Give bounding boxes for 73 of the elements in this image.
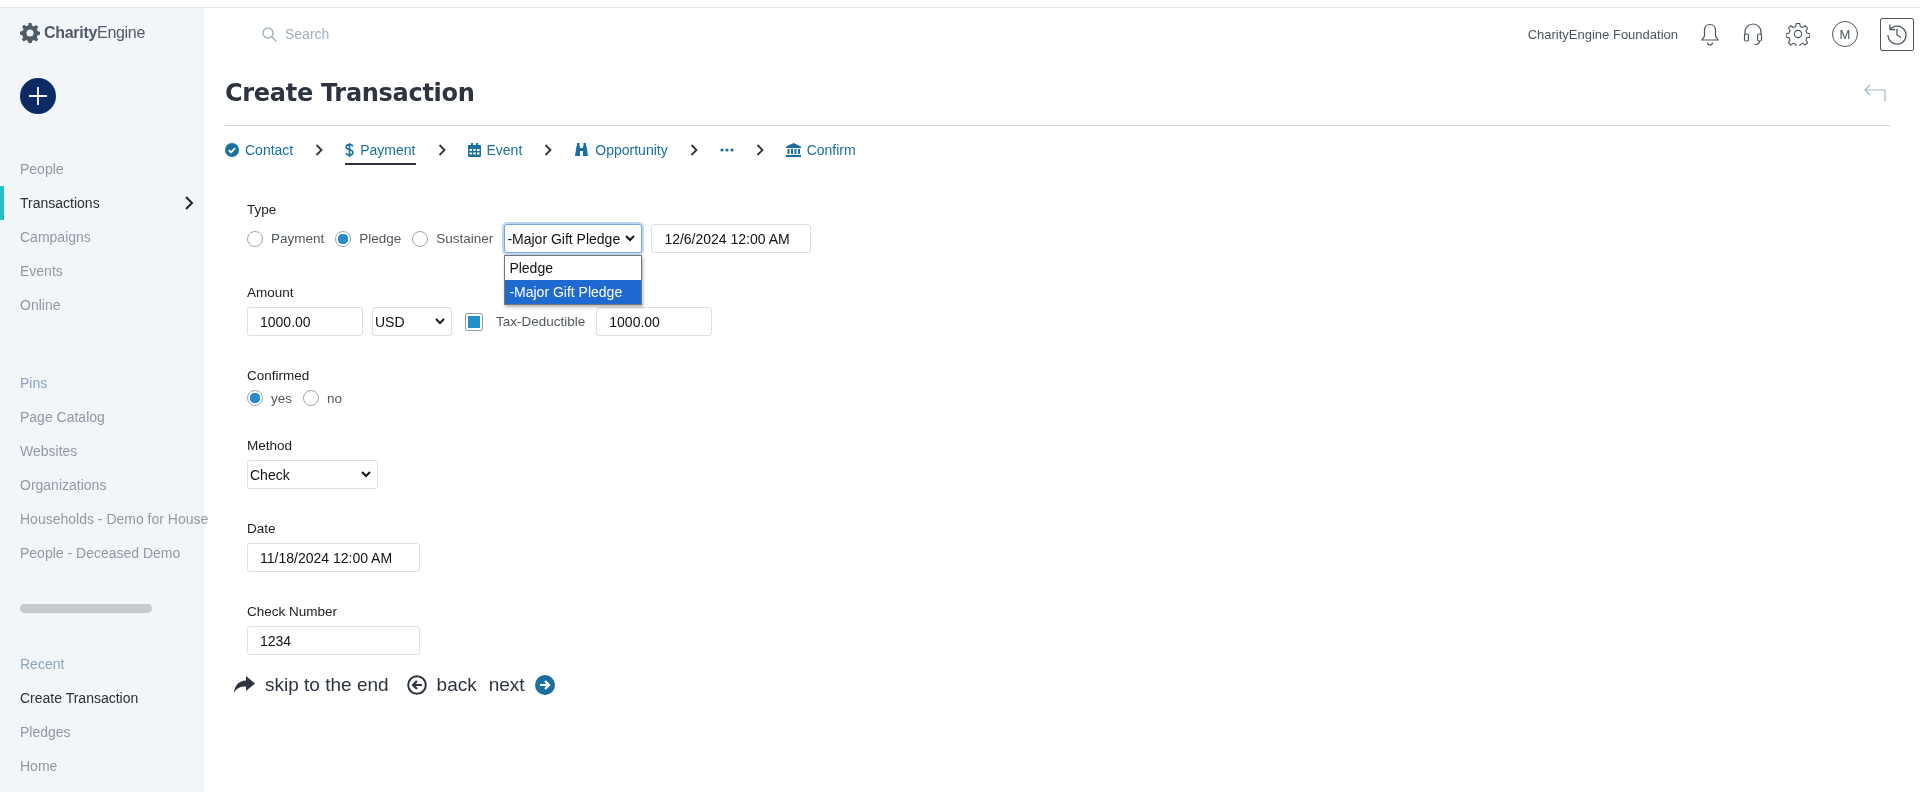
chevron-right-icon (184, 196, 194, 210)
radio-option[interactable]: no (303, 390, 343, 406)
check-circle-icon (225, 143, 239, 157)
chevron-right-icon (689, 144, 698, 156)
back-navigation-button[interactable] (1864, 83, 1886, 102)
next-button[interactable]: next (488, 674, 555, 696)
logo-text: CharityEngine (44, 24, 146, 42)
field-label: Type (247, 202, 277, 217)
check-number-field[interactable]: 1234 (247, 626, 420, 655)
date-field[interactable]: 11/18/2024 12:00 AM (247, 543, 420, 572)
radio-option[interactable]: Pledge (335, 230, 402, 247)
radio-button[interactable] (247, 390, 263, 406)
history-icon (1885, 22, 1909, 46)
settings-icon[interactable] (1786, 22, 1810, 46)
nav-item[interactable]: Create Transaction (0, 681, 204, 715)
back-arrow-icon (1864, 83, 1886, 102)
plus-icon (29, 87, 47, 105)
currency-dropdown[interactable]: USD (372, 307, 452, 336)
wizard-step[interactable]: Contact (225, 135, 294, 165)
add-button[interactable] (20, 78, 56, 114)
caret-down-icon (625, 235, 636, 242)
arrow-right-circle-icon (534, 675, 555, 695)
dropdown-option[interactable]: -Major Gift Pledge (505, 280, 642, 304)
binoculars-icon (574, 143, 590, 157)
radio-option[interactable]: Sustainer (412, 230, 494, 247)
calendar-icon (467, 143, 481, 157)
history-button[interactable] (1880, 17, 1914, 51)
dollar-icon (345, 142, 355, 158)
subtype-dropdown[interactable]: -Major Gift Pledge (504, 224, 643, 253)
gear-logo-icon (20, 23, 40, 43)
chevron-right-icon (315, 144, 324, 156)
field-label: Check Number (247, 604, 338, 619)
radio-option[interactable]: yes (247, 390, 292, 406)
field-label: Confirmed (247, 368, 310, 383)
bank-icon (785, 143, 801, 157)
date-field[interactable]: 12/6/2024 12:00 AM (651, 224, 812, 253)
organization-name: CharityEngine Foundation (1527, 26, 1678, 42)
section-heading: Recent (19, 655, 66, 674)
chevron-right-icon (755, 144, 764, 156)
section-heading: Pins (19, 374, 49, 393)
skip-button[interactable]: skip to the end (233, 674, 389, 696)
wizard-step[interactable]: Event (467, 135, 523, 165)
search-icon (262, 26, 277, 42)
radio-button[interactable] (412, 230, 429, 247)
caret-down-icon (435, 318, 445, 325)
amount-field[interactable]: 1000.00 (247, 307, 363, 336)
wizard-step[interactable]: Opportunity (574, 135, 668, 165)
radio-button[interactable] (335, 230, 352, 247)
wizard-step[interactable]: Payment (345, 135, 416, 165)
field-label: Amount (247, 285, 294, 300)
chevron-right-icon (437, 144, 446, 156)
more-icon[interactable] (719, 148, 734, 152)
back-button[interactable]: back (406, 674, 477, 696)
page-title: Create Transaction (225, 78, 475, 107)
caret-down-icon (361, 471, 371, 478)
field-label: Date (247, 521, 276, 536)
checkbox-label: Tax-Deductible (496, 314, 586, 329)
radio-button[interactable] (303, 390, 319, 406)
headset-icon[interactable] (1742, 22, 1764, 46)
chevron-right-icon (544, 144, 553, 156)
checkbox[interactable] (465, 312, 483, 331)
wizard-step[interactable]: Confirm (785, 135, 856, 165)
radio-button[interactable] (247, 230, 263, 247)
nav-item[interactable]: Transactions (0, 186, 204, 220)
radio-option[interactable]: Payment (247, 230, 325, 247)
field-label: Method (247, 438, 293, 453)
tax-deductible-amount-field[interactable]: 1000.00 (596, 307, 713, 336)
arrow-left-circle-icon (406, 675, 427, 695)
scrollbar-thumb[interactable] (20, 604, 152, 613)
share-arrow-icon (233, 676, 255, 694)
notifications-bell-icon[interactable] (1700, 22, 1720, 46)
method-dropdown[interactable]: Check (247, 460, 378, 489)
dropdown-option[interactable]: Pledge (505, 256, 642, 280)
